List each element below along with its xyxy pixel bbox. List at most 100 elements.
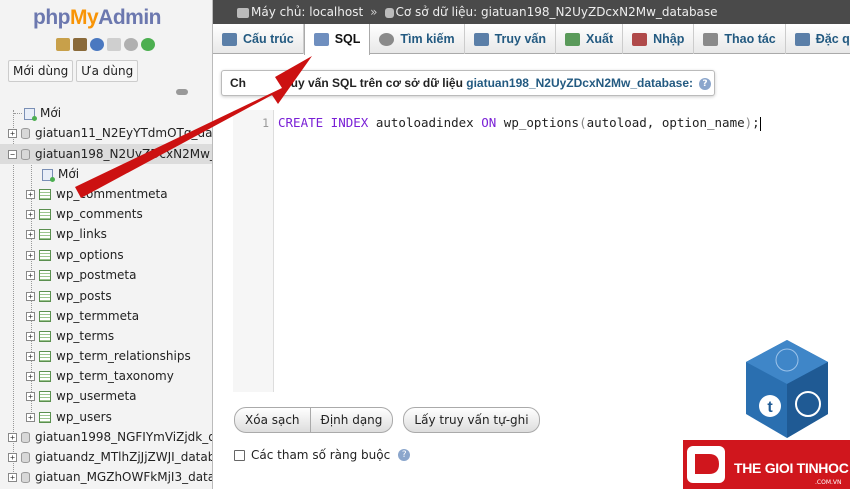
breadcrumb-separator: » xyxy=(370,5,378,19)
watermark-text: THE GIOI TINHOC xyxy=(734,460,849,476)
database-icon xyxy=(21,149,30,160)
watermark-cube-logo: t xyxy=(746,340,828,438)
line-number: 1 xyxy=(262,116,269,130)
operations-icon xyxy=(703,32,719,46)
breadcrumb-database[interactable]: Cơ sở dữ liệu: giatuan198_N2UyZDcxN2Mw_d… xyxy=(396,5,718,19)
tab-query[interactable]: Truy vấn xyxy=(465,24,557,54)
sql-query-header: Ch ruy vấn SQL trên cơ sở dữ liệu giatuan… xyxy=(221,70,715,96)
table-item[interactable]: + wp_links xyxy=(26,224,107,244)
docs-icon[interactable] xyxy=(107,38,121,51)
bind-parameters-checkbox[interactable] xyxy=(234,449,245,461)
tab-operations[interactable]: Thao tác xyxy=(694,24,786,54)
table-icon xyxy=(39,270,51,281)
database-icon xyxy=(21,432,30,443)
table-item[interactable]: + wp_termmeta xyxy=(26,306,139,326)
line-number-gutter: 1 xyxy=(233,110,274,392)
collapse-icon[interactable]: − xyxy=(8,150,17,159)
expand-icon[interactable]: + xyxy=(8,129,17,138)
expand-icon[interactable]: + xyxy=(26,292,35,301)
bind-parameters-row: Các tham số ràng buộc ? xyxy=(234,448,411,462)
bind-parameters-label[interactable]: Các tham số ràng buộc xyxy=(251,448,390,462)
table-item[interactable]: + wp_postmeta xyxy=(26,265,136,285)
table-item[interactable]: + wp_term_taxonomy xyxy=(26,366,174,386)
tree-item-new-db[interactable]: Mới xyxy=(10,103,61,123)
table-icon xyxy=(39,189,51,200)
expand-icon[interactable]: + xyxy=(26,230,35,239)
database-icon xyxy=(21,128,30,139)
expand-icon[interactable]: + xyxy=(26,190,35,199)
editor-actions: Xóa sạch Định dạng Lấy truy vấn tự-ghi xyxy=(234,407,540,433)
table-item[interactable]: + wp_commentmeta xyxy=(26,184,168,204)
import-icon xyxy=(632,32,648,46)
tree-item-database[interactable]: + giatuandz_MTlhZjJjZWJI_databa xyxy=(8,447,212,467)
tab-search[interactable]: Tìm kiếm xyxy=(370,24,465,54)
table-item[interactable]: + wp_usermeta xyxy=(26,386,137,406)
get-auto-saved-query-button[interactable]: Lấy truy vấn tự-ghi xyxy=(403,407,540,433)
sql-icon xyxy=(313,33,329,46)
tree-item-database-selected[interactable]: − giatuan198_N2UyZDcxN2Mw_da xyxy=(0,144,212,164)
link-with-main-panel-icon[interactable] xyxy=(176,89,188,95)
table-icon xyxy=(39,291,51,302)
table-icon xyxy=(39,412,51,423)
help-icon[interactable]: ? xyxy=(398,449,411,461)
expand-icon[interactable]: + xyxy=(26,332,35,341)
help-icon[interactable] xyxy=(90,38,104,51)
table-item[interactable]: + wp_posts xyxy=(26,286,112,306)
breadcrumb-server[interactable]: Máy chủ: localhost xyxy=(251,5,363,19)
expand-icon[interactable]: + xyxy=(26,372,35,381)
database-icon xyxy=(21,452,30,463)
expand-icon[interactable]: + xyxy=(26,312,35,321)
tab-structure[interactable]: Cấu trúc xyxy=(213,24,304,54)
table-item[interactable]: + wp_term_relationships xyxy=(26,346,191,366)
tab-sql[interactable]: SQL xyxy=(303,24,371,55)
table-icon xyxy=(39,229,51,240)
tab-export[interactable]: Xuất xyxy=(556,24,624,54)
expand-icon[interactable]: + xyxy=(8,473,17,482)
text-cursor xyxy=(759,116,761,131)
table-icon xyxy=(39,391,51,402)
tree-item-database[interactable]: + giatuan11_N2EyYTdmOTg_datab xyxy=(8,123,212,143)
reload-icon[interactable] xyxy=(141,38,155,51)
button-group: Xóa sạch Định dạng xyxy=(234,407,394,433)
tree-item-database[interactable]: + giatuan1998_NGFIYmViZjdk_dat xyxy=(8,427,212,447)
logout-icon[interactable] xyxy=(73,38,87,51)
expand-icon[interactable]: + xyxy=(26,392,35,401)
tree-item-database[interactable]: + giatuan_MGZhOWFkMjI3_databa xyxy=(8,467,212,487)
table-item[interactable]: + wp_comments xyxy=(26,204,143,224)
home-icon[interactable] xyxy=(56,38,70,51)
settings-icon[interactable] xyxy=(124,38,138,51)
breadcrumb: Máy chủ: localhost » Cơ sở dữ liệu: giatua… xyxy=(213,0,850,24)
database-icon xyxy=(384,7,394,18)
table-item[interactable]: + wp_terms xyxy=(26,326,114,346)
table-item[interactable]: + wp_options xyxy=(26,245,124,265)
expand-icon[interactable]: + xyxy=(8,433,17,442)
tree-item-new-table[interactable]: Mới xyxy=(42,164,79,184)
phpmyadmin-logo[interactable]: phpMyAdmin xyxy=(33,6,161,30)
favorites-button[interactable]: Ưa dùng xyxy=(76,60,139,82)
database-link[interactable]: giatuan198_N2UyZDcxN2Mw_database: xyxy=(466,76,693,90)
tree-line xyxy=(13,110,14,480)
query-icon xyxy=(473,32,489,46)
expand-icon[interactable]: + xyxy=(26,271,35,280)
watermark-domain: .COM.VN xyxy=(815,479,842,486)
recent-button[interactable]: Mới dùng xyxy=(8,60,74,82)
tab-import[interactable]: Nhập xyxy=(623,24,695,54)
table-icon xyxy=(39,250,51,261)
database-icon xyxy=(21,472,30,483)
new-db-icon xyxy=(24,107,37,121)
export-icon xyxy=(565,32,581,46)
expand-icon[interactable]: + xyxy=(8,453,17,462)
expand-icon[interactable]: + xyxy=(26,352,35,361)
tab-privileges[interactable]: Đặc quy xyxy=(786,24,850,54)
recent-favorites-bar: Mới dùng Ưa dùng xyxy=(8,60,139,82)
table-item[interactable]: + wp_users xyxy=(26,407,112,427)
clear-button[interactable]: Xóa sạch xyxy=(234,407,311,433)
navigation-panel: phpMyAdmin Mới dùng Ưa dùng Mới + giatuan… xyxy=(0,0,213,489)
search-icon xyxy=(379,32,395,46)
table-icon xyxy=(39,371,51,382)
expand-icon[interactable]: + xyxy=(26,251,35,260)
help-icon[interactable]: ? xyxy=(699,77,712,90)
format-button[interactable]: Định dạng xyxy=(310,407,394,433)
expand-icon[interactable]: + xyxy=(26,413,35,422)
expand-icon[interactable]: + xyxy=(26,210,35,219)
